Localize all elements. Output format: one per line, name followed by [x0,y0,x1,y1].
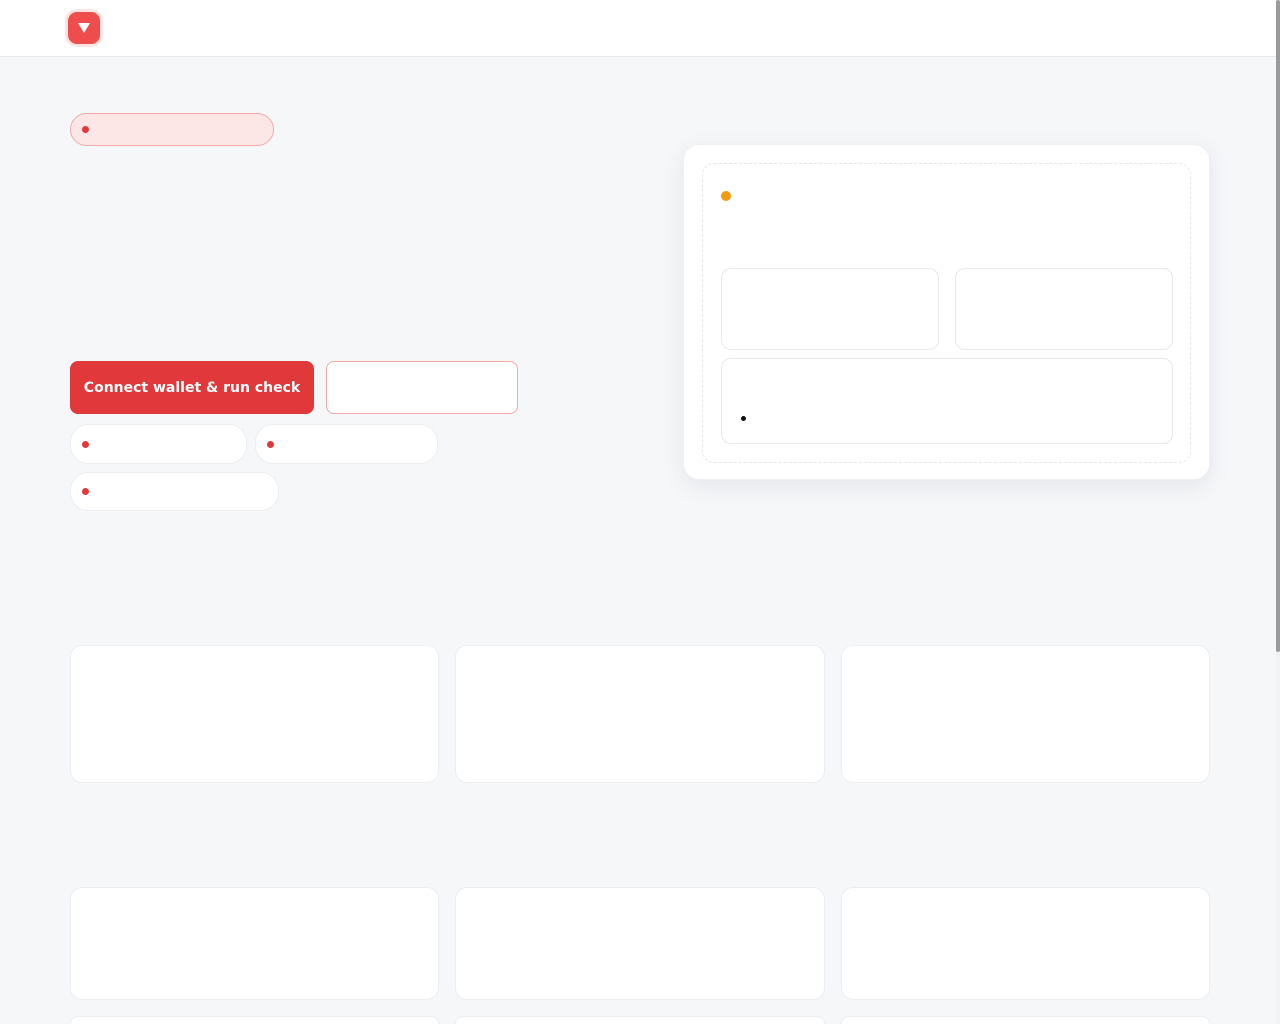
status-indicator-dot-icon [721,191,731,201]
feature-pill-dot-icon [82,440,89,448]
connect-wallet-button[interactable]: Connect wallet & run check [70,361,314,414]
note-bullet-icon [741,416,746,421]
brand-logo[interactable] [68,12,100,44]
info-card-5 [455,1016,825,1024]
hero-badge [70,113,274,146]
badge-dot-icon [82,126,89,133]
feature-pill-1 [70,424,247,464]
check-result-panel [683,144,1210,480]
result-placeholder-area [702,163,1191,463]
secondary-action-button[interactable] [326,361,518,414]
info-card-6 [841,1016,1210,1024]
feature-pill-2 [255,424,438,464]
feature-pill-dot-icon [82,488,89,495]
feature-card-1 [70,645,439,783]
stat-card-1 [721,268,939,350]
info-card-2 [455,887,825,1000]
stat-card-2 [955,268,1173,350]
top-navigation-bar [0,0,1276,57]
info-card-3 [841,887,1210,1000]
info-card-4 [70,1016,439,1024]
info-card-1 [70,887,439,1000]
feature-card-2 [455,645,825,783]
page-scrollbar-thumb[interactable] [1276,0,1280,652]
feature-pill-dot-icon [267,440,274,448]
feature-card-3 [841,645,1210,783]
feature-pill-3 [70,472,279,511]
result-notes-box [721,358,1173,444]
down-triangle-icon [78,23,90,33]
